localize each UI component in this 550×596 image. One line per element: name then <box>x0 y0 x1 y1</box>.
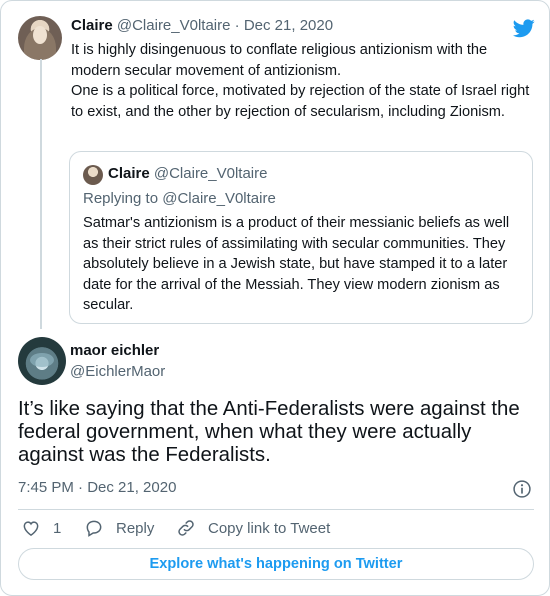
replying-to-label[interactable]: Replying to @Claire_V0ltaire <box>83 190 276 207</box>
author-name[interactable]: Claire <box>108 165 150 182</box>
avatar[interactable] <box>83 165 103 185</box>
author-handle[interactable]: @Claire_V0ltaire <box>154 165 268 182</box>
author-name[interactable]: maor eichler <box>70 342 159 359</box>
parent-tweet-header: Claire @Claire_V0ltaire · Dec 21, 2020 <box>71 17 333 34</box>
tweet-paragraph: One is a political force, motivated by r… <box>71 83 530 120</box>
thread-connector-line <box>40 59 42 329</box>
like-count: 1 <box>53 519 62 537</box>
info-icon[interactable] <box>512 479 532 499</box>
copy-link-button[interactable]: Copy link to Tweet <box>176 518 330 538</box>
author-handle[interactable]: @EichlerMaor <box>70 363 165 380</box>
tweet-paragraph: It is highly disingenuous to conflate re… <box>71 42 488 79</box>
reply-bubble-icon <box>86 520 102 537</box>
explore-twitter-button[interactable]: Explore what's happening on Twitter <box>18 548 534 580</box>
parent-tweet-text: It is highly disingenuous to conflate re… <box>71 40 531 122</box>
heart-icon <box>23 521 39 536</box>
twitter-bird-icon[interactable] <box>512 17 536 39</box>
tweet-timestamp[interactable]: 7:45 PM · Dec 21, 2020 <box>18 479 176 496</box>
author-name[interactable]: Claire <box>71 17 113 34</box>
avatar[interactable] <box>18 337 66 385</box>
like-button[interactable]: 1 <box>21 518 61 538</box>
embedded-tweet-card: Claire @Claire_V0ltaire · Dec 21, 2020 I… <box>0 0 550 596</box>
reply-button[interactable]: Reply <box>84 518 154 538</box>
meta-separator: · <box>234 17 240 34</box>
main-tweet-text: It’s like saying that the Anti-Federalis… <box>18 398 520 466</box>
quoted-tweet[interactable]: Claire @Claire_V0ltaire Replying to @Cla… <box>69 151 533 324</box>
copy-link-label: Copy link to Tweet <box>208 519 331 537</box>
tweet-date[interactable]: Dec 21, 2020 <box>244 17 333 34</box>
avatar[interactable] <box>18 16 62 60</box>
quoted-tweet-text: Satmar's antizionism is a product of the… <box>83 215 510 313</box>
reply-label: Reply <box>116 519 155 537</box>
quoted-tweet-header: Claire @Claire_V0ltaire <box>108 165 267 182</box>
author-handle[interactable]: @Claire_V0ltaire <box>117 17 231 34</box>
divider <box>18 509 534 510</box>
link-icon <box>178 520 194 536</box>
